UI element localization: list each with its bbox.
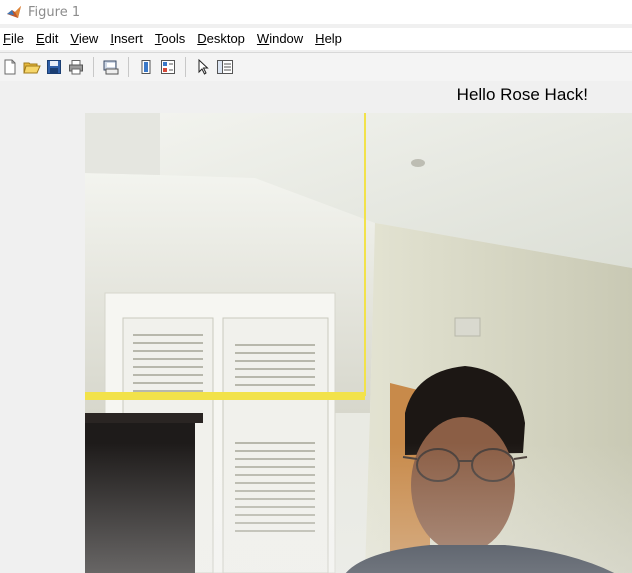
menu-file[interactable]: File bbox=[0, 28, 30, 50]
menu-file-accel: F bbox=[3, 31, 11, 46]
menu-window[interactable]: Window bbox=[251, 28, 309, 50]
matlab-icon bbox=[7, 6, 21, 18]
insert-colorbar-icon[interactable] bbox=[158, 57, 178, 77]
figure-canvas[interactable]: Hello Rose Hack! bbox=[0, 81, 632, 573]
menu-view-rest: iew bbox=[78, 31, 99, 46]
menu-edit[interactable]: Edit bbox=[30, 28, 64, 50]
menu-help[interactable]: Help bbox=[309, 28, 348, 50]
window-title: Figure 1 bbox=[28, 4, 81, 20]
menu-file-rest: ile bbox=[10, 31, 24, 46]
save-icon[interactable] bbox=[44, 57, 64, 77]
toolbar-separator bbox=[93, 57, 94, 77]
menu-view-accel: V bbox=[70, 31, 79, 46]
overlay-text: Hello Rose Hack! bbox=[456, 85, 588, 104]
figure-toolbar bbox=[0, 52, 632, 82]
webcam-frame bbox=[85, 113, 632, 573]
menu-desktop[interactable]: Desktop bbox=[191, 28, 251, 50]
menu-tools[interactable]: Tools bbox=[149, 28, 191, 50]
menu-edit-rest: dit bbox=[44, 31, 59, 46]
toolbar-separator bbox=[185, 57, 186, 77]
menu-bar: File Edit View Insert Tools Desktop Wind… bbox=[0, 28, 632, 50]
menu-insert-rest: nsert bbox=[113, 31, 143, 46]
menu-desktop-rest: esktop bbox=[206, 31, 245, 46]
menu-window-accel: W bbox=[256, 31, 270, 46]
new-figure-icon[interactable] bbox=[0, 57, 20, 77]
link-plot-icon[interactable] bbox=[136, 57, 156, 77]
menu-insert[interactable]: Insert bbox=[104, 28, 149, 50]
menu-edit-accel: E bbox=[35, 31, 45, 46]
menu-window-rest: indow bbox=[269, 31, 304, 46]
open-file-icon[interactable] bbox=[22, 57, 42, 77]
toolbar-separator bbox=[128, 57, 129, 77]
title-bar: Figure 1 bbox=[0, 0, 632, 24]
menu-view[interactable]: View bbox=[64, 28, 104, 50]
menu-help-accel: H bbox=[315, 31, 325, 46]
menu-help-rest: elp bbox=[324, 31, 342, 46]
menu-tools-rest: ools bbox=[161, 31, 186, 46]
menu-desktop-accel: D bbox=[197, 31, 207, 46]
property-inspector-icon[interactable] bbox=[215, 57, 235, 77]
print-preview-icon[interactable] bbox=[101, 57, 121, 77]
print-icon[interactable] bbox=[66, 57, 86, 77]
edit-plot-arrow-icon[interactable] bbox=[193, 57, 213, 77]
